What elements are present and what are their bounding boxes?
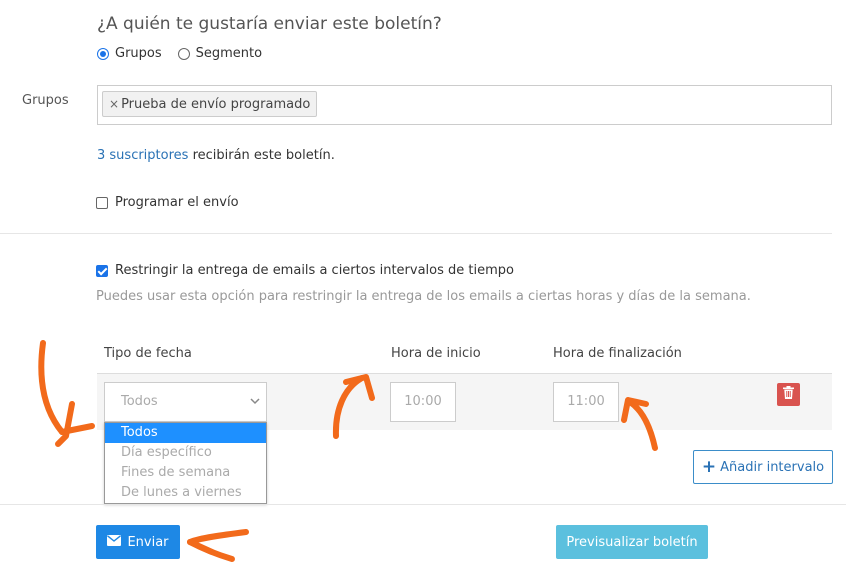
section-divider	[0, 233, 832, 234]
question-title: ¿A quién te gustaría enviar este boletín…	[97, 14, 442, 34]
annotation-arrow	[55, 401, 75, 447]
annotation-arrow	[187, 529, 249, 545]
groups-label: Grupos	[22, 93, 69, 108]
radio-grupos-label[interactable]: Grupos	[115, 46, 162, 61]
schedule-label[interactable]: Programar el envío	[115, 195, 239, 210]
annotation-arrow	[187, 539, 215, 555]
restrict-label[interactable]: Restringir la entrega de emails a cierto…	[115, 263, 514, 278]
restrict-option: Restringir la entrega de emails a cierto…	[96, 263, 514, 278]
header-start-time: Hora de inicio	[391, 346, 481, 361]
dropdown-option[interactable]: Todos	[105, 423, 266, 443]
subscribers-text: recibirán este boletín.	[188, 148, 335, 163]
annotation-arrow	[59, 423, 95, 435]
subscribers-info: 3 suscriptores recibirán este boletín.	[97, 148, 335, 163]
header-date-type: Tipo de fecha	[104, 346, 192, 361]
restrict-hint: Puedes usar esta opción para restringir …	[96, 289, 751, 304]
radio-segmento-label[interactable]: Segmento	[196, 46, 262, 61]
date-type-select[interactable]: Todos	[104, 382, 267, 422]
dropdown-option[interactable]: Día específico	[105, 443, 266, 463]
recipient-mode-group: Grupos Segmento	[97, 46, 272, 61]
envelope-icon	[107, 534, 122, 550]
end-time-input[interactable]: 11:00	[553, 382, 619, 422]
radio-segmento[interactable]	[177, 47, 190, 60]
add-interval-label: Añadir intervalo	[720, 459, 825, 475]
annotation-arrow	[38, 340, 65, 435]
annotation-arrow	[187, 539, 235, 562]
preview-button[interactable]: Previsualizar boletín	[556, 525, 708, 559]
restrict-checkbox[interactable]	[96, 264, 108, 277]
delete-interval-button[interactable]	[777, 383, 800, 406]
remove-tag-icon[interactable]: ×	[109, 97, 119, 111]
add-interval-button[interactable]: + Añadir intervalo	[693, 450, 833, 484]
groups-input[interactable]: × Prueba de envío programado	[97, 85, 832, 125]
dropdown-option[interactable]: Fines de semana	[105, 463, 266, 483]
radio-grupos[interactable]	[97, 47, 109, 60]
footer-divider	[0, 504, 846, 505]
start-time-input[interactable]: 10:00	[390, 382, 456, 422]
plus-icon: +	[701, 457, 717, 477]
group-tag: × Prueba de envío programado	[102, 91, 318, 117]
date-type-value: Todos	[121, 394, 158, 409]
trash-icon	[783, 386, 794, 403]
send-button[interactable]: Enviar	[96, 525, 180, 559]
dropdown-option[interactable]: De lunes a viernes	[105, 483, 266, 503]
group-tag-label: Prueba de envío programado	[121, 97, 311, 112]
subscribers-link[interactable]: 3 suscriptores	[97, 148, 188, 163]
schedule-option: Programar el envío	[96, 195, 239, 210]
send-label: Enviar	[127, 534, 169, 550]
schedule-checkbox[interactable]	[96, 196, 108, 209]
header-end-time: Hora de finalización	[553, 346, 682, 361]
date-type-dropdown: Todos Día específico Fines de semana De …	[104, 422, 267, 504]
